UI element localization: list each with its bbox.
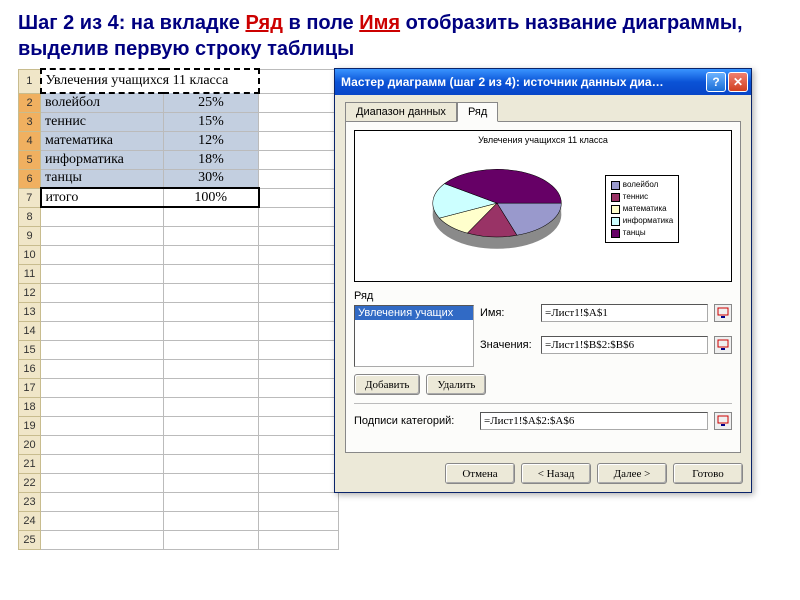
chart-wizard-dialog: Мастер диаграмм (шаг 2 из 4): источник д… [334, 68, 752, 493]
cell[interactable]: 15% [164, 112, 259, 131]
cell[interactable]: 18% [164, 150, 259, 169]
row-header[interactable]: 3 [19, 112, 41, 131]
collapse-dialog-icon[interactable] [714, 336, 732, 354]
name-label: Имя: [480, 307, 535, 319]
cell[interactable]: математика [41, 131, 164, 150]
collapse-dialog-icon[interactable] [714, 412, 732, 430]
step-prefix: Шаг 2 из 4: [18, 12, 131, 34]
chart-legend: волейбол теннис математика информатика т… [605, 175, 679, 243]
series-section-label: Ряд [354, 290, 732, 302]
values-label: Значения: [480, 339, 535, 351]
category-labels-input[interactable] [480, 412, 708, 430]
spreadsheet: 1Увлечения учащихся 11 класса 2волейбол2… [18, 68, 339, 550]
keyword-tab: Ряд [245, 12, 282, 34]
keyword-field: Имя [359, 12, 400, 34]
cell[interactable]: итого [41, 188, 164, 207]
next-button[interactable]: Далее > [597, 463, 667, 484]
series-listbox[interactable]: Увлечения учащих [354, 305, 474, 367]
cell[interactable]: волейбол [41, 93, 164, 112]
add-series-button[interactable]: Добавить [354, 374, 420, 395]
chart-title: Увлечения учащихся 11 класса [359, 135, 727, 145]
chart-preview: Увлечения учащихся 11 класса [354, 130, 732, 282]
row-header[interactable]: 1 [19, 69, 41, 93]
cell[interactable]: 30% [164, 169, 259, 188]
remove-series-button[interactable]: Удалить [426, 374, 486, 395]
tab-data-range[interactable]: Диапазон данных [345, 102, 457, 122]
collapse-dialog-icon[interactable] [714, 304, 732, 322]
cell[interactable]: танцы [41, 169, 164, 188]
dialog-title: Мастер диаграмм (шаг 2 из 4): источник д… [341, 75, 704, 89]
instruction-text: Шаг 2 из 4: на вкладке Ряд в поле Имя от… [0, 0, 800, 68]
finish-button[interactable]: Готово [673, 463, 743, 484]
values-input[interactable] [541, 336, 708, 354]
row-header[interactable]: 2 [19, 93, 41, 112]
back-button[interactable]: < Назад [521, 463, 591, 484]
row-header[interactable]: 4 [19, 131, 41, 150]
cell[interactable]: теннис [41, 112, 164, 131]
help-button[interactable]: ? [706, 72, 726, 92]
cell[interactable]: 100% [164, 188, 259, 207]
row-header[interactable]: 5 [19, 150, 41, 169]
cell[interactable]: информатика [41, 150, 164, 169]
cancel-button[interactable]: Отмена [445, 463, 515, 484]
series-list-item[interactable]: Увлечения учащих [355, 306, 473, 320]
cell[interactable]: 25% [164, 93, 259, 112]
row-header[interactable]: 7 [19, 188, 41, 207]
close-button[interactable]: ✕ [728, 72, 748, 92]
name-input[interactable] [541, 304, 708, 322]
tab-series[interactable]: Ряд [457, 102, 498, 122]
titlebar[interactable]: Мастер диаграмм (шаг 2 из 4): источник д… [335, 69, 751, 95]
cell-title[interactable]: Увлечения учащихся 11 класса [41, 69, 259, 93]
pie-chart-icon [407, 154, 587, 264]
category-labels-label: Подписи категорий: [354, 415, 474, 427]
cell[interactable]: 12% [164, 131, 259, 150]
row-header[interactable]: 6 [19, 169, 41, 188]
